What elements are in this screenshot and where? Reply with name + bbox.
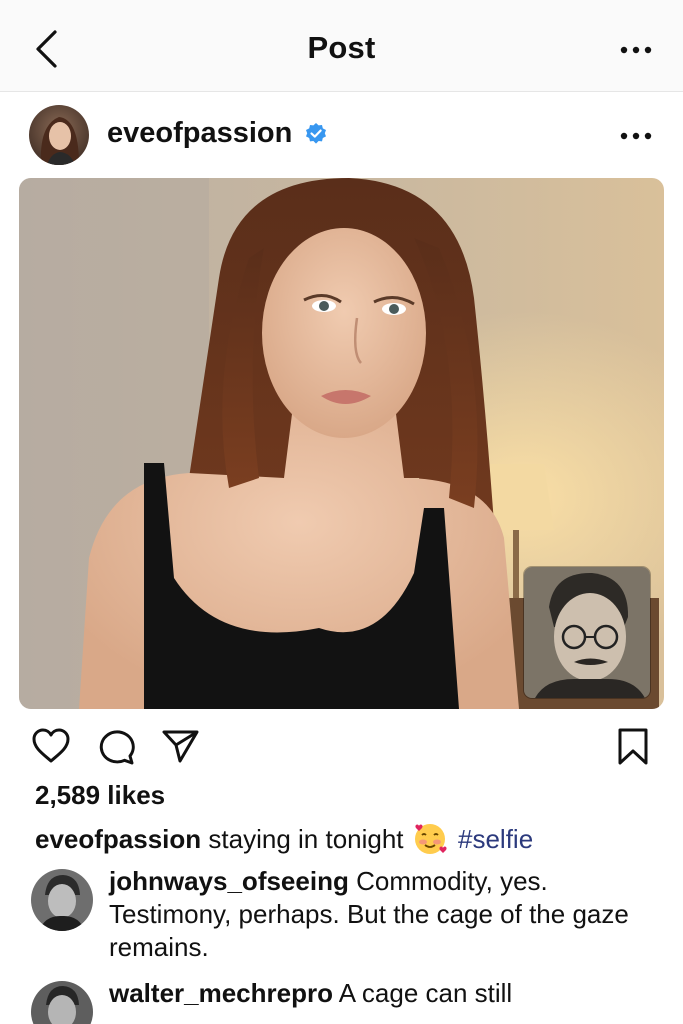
post-actions xyxy=(0,720,683,772)
caption-text: staying in tonight xyxy=(208,824,404,854)
smiling-face-with-hearts-icon xyxy=(414,824,447,854)
comment-body: johnways_ofseeing Commodity, yes. Testim… xyxy=(109,865,649,964)
commenter-username[interactable]: johnways_ofseeing xyxy=(109,866,349,896)
post-image[interactable] xyxy=(19,178,664,709)
commenter-avatar[interactable] xyxy=(31,869,93,931)
top-bar: Post xyxy=(0,0,683,92)
caption-username[interactable]: eveofpassion xyxy=(35,824,201,854)
verified-badge-icon xyxy=(306,123,326,144)
author-username[interactable]: eveofpassion xyxy=(107,117,292,150)
commenter-avatar[interactable] xyxy=(31,981,93,1024)
video-call-thumbnail[interactable] xyxy=(523,566,651,699)
post-header: eveofpassion xyxy=(0,92,683,178)
commenter-username[interactable]: walter_mechrepro xyxy=(109,978,333,1008)
more-options-icon[interactable] xyxy=(619,40,653,60)
bookmark-icon[interactable] xyxy=(613,726,653,766)
share-icon[interactable] xyxy=(160,726,200,766)
post-caption: eveofpassion staying in tonight #selfie xyxy=(35,822,665,856)
page-title: Post xyxy=(307,30,376,65)
post-more-options-icon[interactable] xyxy=(619,126,653,146)
author-avatar[interactable] xyxy=(29,105,89,165)
comment-icon[interactable] xyxy=(96,726,136,766)
hashtag-link[interactable]: #selfie xyxy=(458,824,533,854)
likes-count[interactable]: 2,589 likes xyxy=(35,780,165,811)
comment-body: walter_mechrepro A cage can still xyxy=(109,977,649,1010)
comment-text: A cage can still xyxy=(338,978,513,1008)
heart-icon[interactable] xyxy=(31,726,71,766)
